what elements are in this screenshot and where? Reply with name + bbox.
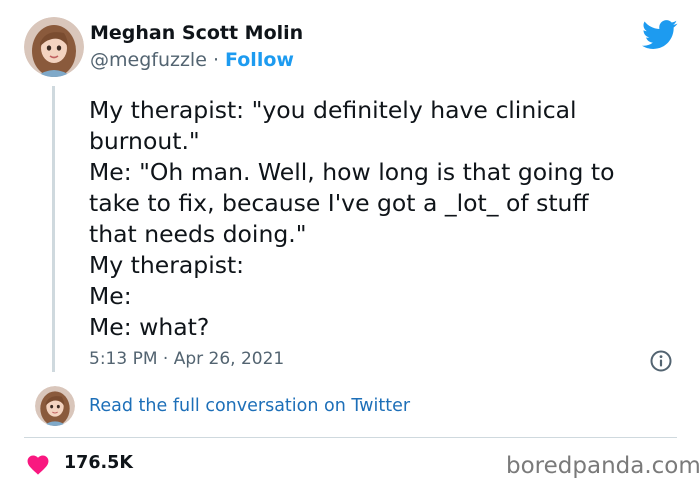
avatar-illustration <box>24 17 84 77</box>
author-handle[interactable]: @megfuzzle <box>90 49 207 71</box>
author-display-name[interactable]: Meghan Scott Molin <box>90 22 303 44</box>
tweet-text: My therapist: "you definitely have clini… <box>89 96 615 341</box>
divider <box>24 437 677 438</box>
source-watermark: boredpanda.com <box>506 453 700 479</box>
like-count: 176.5K <box>64 453 133 473</box>
read-full-conversation-link[interactable]: Read the full conversation on Twitter <box>89 396 410 416</box>
tweet-timestamp[interactable]: 5:13 PM · Apr 26, 2021 <box>89 349 284 369</box>
avatar-illustration <box>35 386 75 426</box>
author-avatar[interactable] <box>24 17 84 77</box>
twitter-bird-icon[interactable] <box>642 20 678 50</box>
author-handle-line: @megfuzzle · Follow <box>90 49 294 71</box>
reply-avatar[interactable] <box>35 386 75 426</box>
handle-separator: · <box>212 49 219 71</box>
thread-connector-line <box>52 86 55 372</box>
follow-button[interactable]: Follow <box>225 49 294 71</box>
heart-icon[interactable] <box>27 455 49 475</box>
info-icon[interactable] <box>649 349 673 373</box>
